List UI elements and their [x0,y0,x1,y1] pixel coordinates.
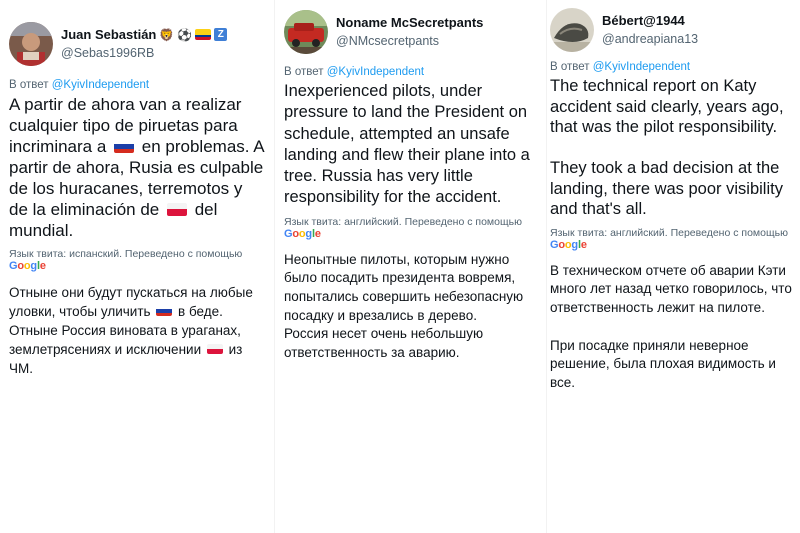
translation-note: Язык твита: английский. Переведено с пом… [284,215,522,228]
author-info: Juan Sebastián 🦁 ⚽ Z @Sebas1996RB [61,26,228,62]
tweet-card-1: Juan Sebastián 🦁 ⚽ Z @Sebas1996RB В отве… [0,0,272,533]
google-logo[interactable]: Google [550,239,794,252]
tweet-card-2: Noname McSecretpants @NMcsecretpants В о… [274,0,544,533]
translation-note: Язык твита: английский. Переведено с пом… [550,226,788,239]
reply-context: В ответ @KyivIndependent [9,78,264,92]
reply-prefix: В ответ [9,79,49,91]
lion-face-icon: 🦁 [159,27,175,42]
google-logo[interactable]: Google [9,260,264,273]
avatar[interactable] [284,10,328,54]
tweet-header: Juan Sebastián 🦁 ⚽ Z @Sebas1996RB [9,22,264,66]
translated-text: В техническом отчете об аварии Кэти мног… [550,262,792,391]
mention-link[interactable]: @KyivIndependent [52,79,149,91]
tweet-header: Noname McSecretpants @NMcsecretpants [284,10,538,54]
translated-text: Отныне они будут пускаться на любые улов… [9,283,264,378]
reply-prefix: В ответ [550,61,590,73]
mention-link[interactable]: @KyivIndependent [327,66,424,78]
username[interactable]: @Sebas1996RB [61,45,227,62]
z-letter-icon: Z [214,28,228,41]
translation-note: Язык твита: испанский. Переведено с помо… [9,248,243,260]
poland-flag-icon [166,203,187,216]
author-info: Bébert@1944 @andreapiana13 [602,12,698,48]
author-info: Noname McSecretpants @NMcsecretpants [336,14,483,50]
russia-flag-icon [114,140,135,153]
google-logo[interactable]: Google [284,228,538,241]
poland-flag-icon [206,344,223,354]
tweet-card-3: Bébert@1944 @andreapiana13 В ответ @Kyiv… [546,0,800,533]
mention-link[interactable]: @KyivIndependent [593,61,690,73]
avatar[interactable] [9,22,53,66]
display-name[interactable]: Bébert@1944 [602,12,685,29]
reply-prefix: В ответ [284,66,324,78]
translated-text: Неопытные пилоты, которым нужно было пос… [284,251,524,360]
soccer-ball-icon: ⚽ [177,27,193,42]
russia-flag-icon [156,306,173,316]
username[interactable]: @andreapiana13 [602,31,698,48]
display-name[interactable]: Noname McSecretpants [336,14,483,31]
username[interactable]: @NMcsecretpants [336,33,483,50]
reply-context: В ответ @KyivIndependent [550,60,794,74]
tweet-text: The technical report on Katy accident sa… [550,77,784,218]
tweet-header: Bébert@1944 @andreapiana13 [550,8,794,52]
tweet-text: A partir de ahora van a realizar cualqui… [9,94,264,241]
display-name[interactable]: Juan Sebastián [61,26,156,43]
tweet-text: Inexperienced pilots, under pressure to … [284,82,535,207]
colombia-flag-icon [195,29,212,40]
avatar[interactable] [550,8,594,52]
reply-context: В ответ @KyivIndependent [284,65,538,79]
